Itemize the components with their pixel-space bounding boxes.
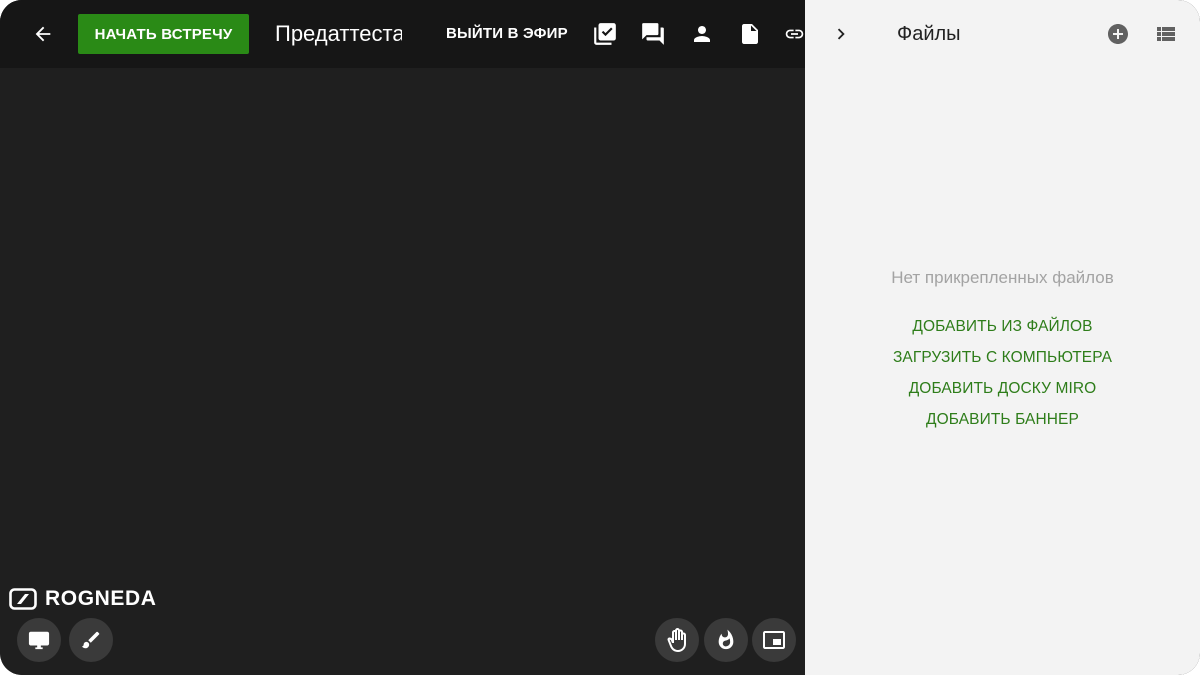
logo-text: ROGNEDA [45, 587, 157, 610]
brand-logo: ROGNEDA [9, 587, 157, 611]
panel-title: Файлы [897, 23, 961, 45]
collapse-panel-button[interactable] [827, 20, 855, 48]
screen-share-button[interactable] [17, 618, 61, 662]
files-panel: Файлы Нет прикрепленных файлов ДОБАВИТЬ … [805, 0, 1200, 675]
raise-hand-button[interactable] [655, 618, 699, 662]
fire-icon [718, 629, 734, 650]
list-icon [1157, 27, 1175, 41]
add-file-button[interactable] [1105, 21, 1131, 47]
empty-files-message: Нет прикрепленных файлов [891, 268, 1114, 287]
video-stage: НАЧАТЬ ВСТРЕЧУ Предаттестационный ВЫЙТИ … [0, 0, 805, 675]
link-button[interactable] [784, 20, 805, 48]
participants-button[interactable] [688, 20, 716, 48]
person-icon [694, 26, 710, 42]
arrow-left-icon [35, 26, 51, 42]
brush-icon [81, 631, 100, 649]
add-circle-icon [1108, 24, 1128, 44]
list-view-button[interactable] [1153, 21, 1179, 47]
meeting-title: Предаттестационный [275, 21, 402, 46]
chat-icon [642, 23, 664, 45]
add-miro-board-link[interactable]: ДОБАВИТЬ ДОСКУ MIRO [909, 378, 1097, 409]
hand-icon [667, 628, 686, 652]
logo-mark-icon [9, 588, 37, 610]
add-from-files-link[interactable]: ДОБАВИТЬ ИЗ ФАЙЛОВ [912, 316, 1092, 347]
top-toolbar: НАЧАТЬ ВСТРЕЧУ Предаттестационный ВЫЙТИ … [0, 0, 805, 68]
go-live-button[interactable]: ВЫЙТИ В ЭФИР [446, 22, 568, 46]
chat-button[interactable] [639, 20, 667, 48]
upload-from-computer-link[interactable]: ЗАГРУЗИТЬ С КОМПЬЮТЕРА [893, 347, 1112, 378]
files-button[interactable] [736, 20, 764, 48]
checklist-icon [594, 23, 616, 45]
document-icon [742, 24, 758, 44]
back-button[interactable] [26, 17, 60, 51]
picture-in-picture-icon [763, 631, 785, 649]
link-icon [785, 29, 804, 39]
monitor-icon [28, 631, 50, 650]
start-meeting-button[interactable]: НАЧАТЬ ВСТРЕЧУ [78, 14, 249, 54]
tasks-button[interactable] [591, 20, 619, 48]
add-banner-link[interactable]: ДОБАВИТЬ БАННЕР [926, 409, 1079, 440]
picture-in-picture-button[interactable] [752, 618, 796, 662]
chevron-right-icon [837, 28, 845, 40]
app-window: НАЧАТЬ ВСТРЕЧУ Предаттестационный ВЫЙТИ … [0, 0, 1200, 675]
file-actions: ДОБАВИТЬ ИЗ ФАЙЛОВ ЗАГРУЗИТЬ С КОМПЬЮТЕР… [805, 316, 1200, 440]
files-panel-header: Файлы [805, 0, 1200, 68]
whiteboard-button[interactable] [69, 618, 113, 662]
reactions-button[interactable] [704, 618, 748, 662]
